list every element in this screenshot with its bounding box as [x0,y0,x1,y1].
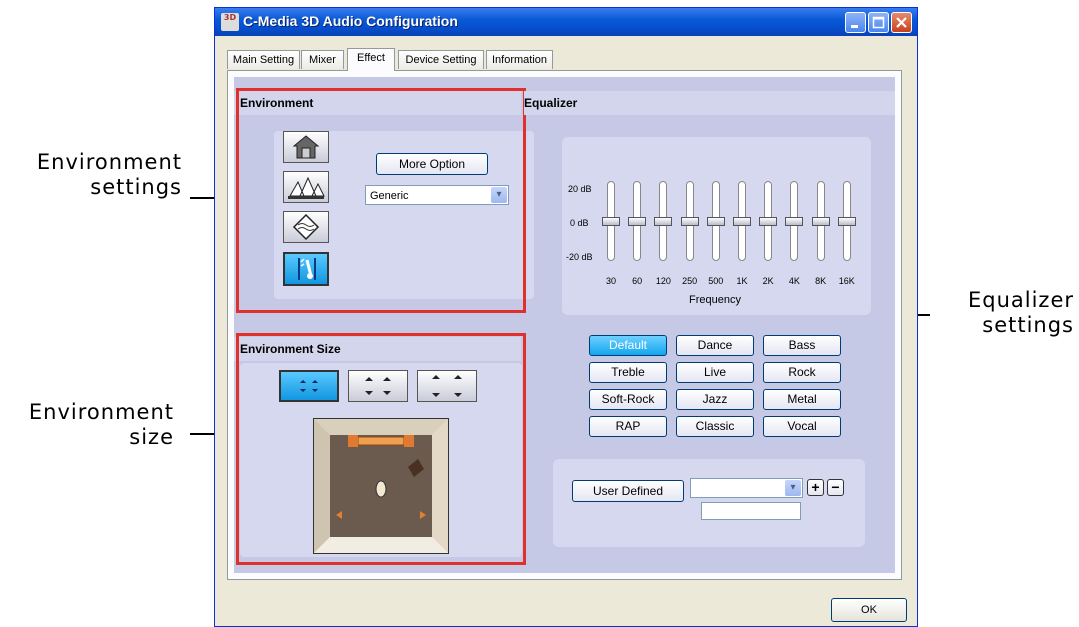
callout-environment-settings: Environment settings [6,150,182,200]
eq-band-500-label: 500 [708,276,724,286]
title-bar[interactable]: 3D C-Media 3D Audio Configuration [215,8,917,36]
preset-dance-button[interactable]: Dance [676,335,754,356]
audio-config-window: 3D C-Media 3D Audio Configuration Main S… [214,7,918,627]
preset-classic-button[interactable]: Classic [676,416,754,437]
callout-text: settings [982,313,1074,337]
equalizer-header: Equalizer [524,91,895,115]
eq-band-250-label: 250 [682,276,698,286]
eq-band-8K-thumb[interactable] [811,217,830,226]
eq-band-500-thumb[interactable] [706,217,725,226]
db-label-bottom: -20 dB [566,252,593,262]
eq-band-60-label: 60 [632,276,643,286]
effect-tab-pane: Environment More Option Generic ▾ Enviro… [227,70,902,580]
eq-band-16K-thumb[interactable] [837,217,856,226]
tab-device-setting[interactable]: Device Setting [398,50,484,69]
tab-mixer[interactable]: Mixer [301,50,344,69]
eq-band-2K-label: 2K [762,276,774,286]
db-label-mid: 0 dB [570,218,589,228]
close-icon [892,13,911,32]
app-logo-text: 3D [223,13,237,22]
maximize-icon [869,13,888,32]
add-preset-button[interactable]: + [807,479,824,496]
user-preset-name-input[interactable] [701,502,801,520]
callout-text: settings [90,175,182,199]
eq-band-4K-label: 4K [788,276,800,286]
preset-treble-button[interactable]: Treble [589,362,667,383]
minus-icon: − [831,479,840,495]
chevron-down-icon: ▾ [785,480,801,496]
environment-highlight-box [236,88,526,313]
eq-band-1K-label: 1K [736,276,748,286]
user-preset-select[interactable]: ▾ [690,478,803,498]
callout-text: Environment [28,400,174,424]
callout-environment-size: Environment size [6,400,174,450]
preset-rock-button[interactable]: Rock [763,362,841,383]
frequency-axis-label: Frequency [689,294,741,306]
preset-soft-rock-button[interactable]: Soft-Rock [589,389,667,410]
ok-button[interactable]: OK [831,598,907,622]
eq-band-1K-thumb[interactable] [733,217,751,226]
callout-text: size [129,425,174,449]
minimize-button[interactable] [845,12,866,33]
db-label-top: 20 dB [568,184,592,194]
eq-band-120-label: 120 [655,276,671,286]
tab-information[interactable]: Information [486,50,553,69]
preset-live-button[interactable]: Live [676,362,754,383]
tab-main-setting[interactable]: Main Setting [227,50,300,69]
preset-metal-button[interactable]: Metal [763,389,841,410]
remove-preset-button[interactable]: − [827,479,844,496]
eq-band-2K-thumb[interactable] [759,217,778,226]
maximize-button[interactable] [868,12,889,33]
preset-default-button[interactable]: Default [589,335,667,356]
callout-text: Environment [36,150,182,174]
preset-jazz-button[interactable]: Jazz [676,389,754,410]
eq-band-30-label: 30 [605,276,616,286]
eq-band-8K-label: 8K [815,276,827,286]
eq-band-16K-label: 16K [838,276,855,286]
effect-content: Environment More Option Generic ▾ Enviro… [234,77,895,573]
eq-band-30-thumb[interactable] [602,217,620,226]
callout-equalizer-settings: Equalizer settings [938,288,1074,338]
eq-band-60-thumb[interactable] [628,217,647,226]
eq-band-120-thumb[interactable] [654,217,673,226]
preset-bass-button[interactable]: Bass [763,335,841,356]
app-logo-icon: 3D [221,13,239,31]
preset-vocal-button[interactable]: Vocal [763,416,841,437]
plus-icon: + [811,479,820,495]
tab-effect[interactable]: Effect [347,48,395,71]
window-title: C-Media 3D Audio Configuration [243,13,458,29]
close-button[interactable] [891,12,912,33]
user-defined-button[interactable]: User Defined [572,480,684,502]
minimize-icon [846,13,865,32]
preset-rap-button[interactable]: RAP [589,416,667,437]
environment-size-highlight-box [236,333,526,565]
eq-band-4K-thumb[interactable] [785,217,804,226]
eq-band-250-thumb[interactable] [680,217,699,226]
callout-text: Equalizer [967,288,1074,312]
